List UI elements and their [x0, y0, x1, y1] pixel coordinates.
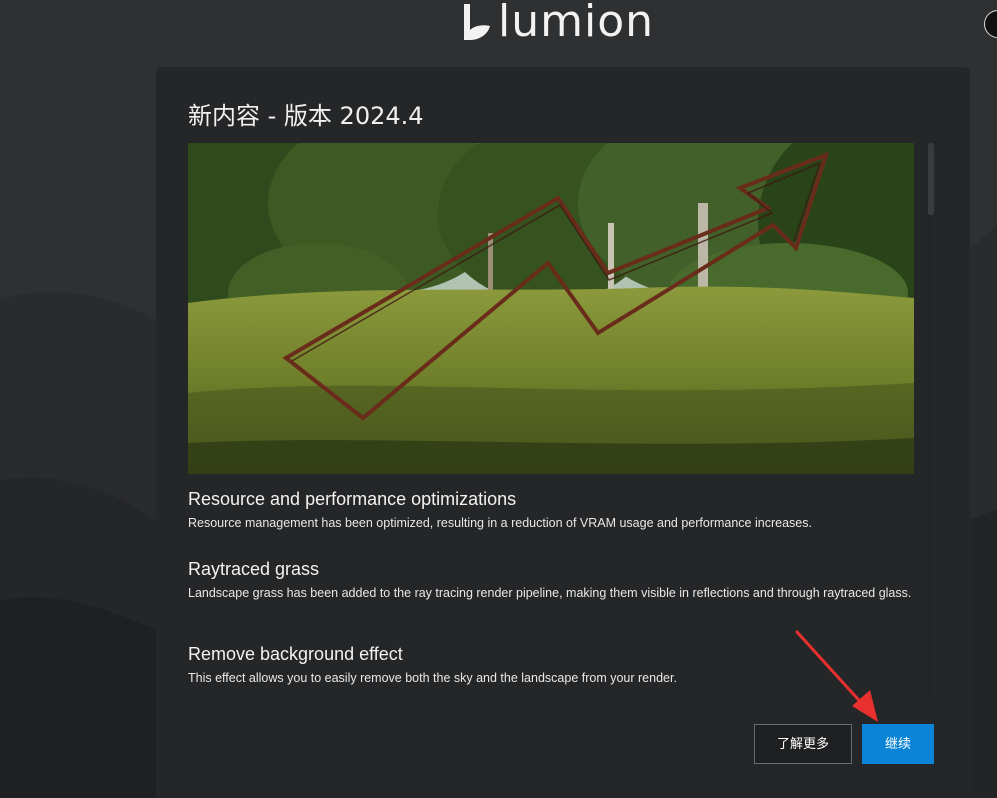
dialog-title: 新内容 - 版本 2024.4 [188, 102, 424, 130]
feature-title: Resource and performance optimizations [188, 489, 517, 509]
feature-description: Landscape grass has been added to the ra… [188, 586, 912, 600]
scrollbar-thumb[interactable] [928, 143, 934, 215]
hero-image [188, 143, 914, 474]
feature-description: Resource management has been optimized, … [188, 516, 812, 530]
feature-item: Resource and performance optimizations R… [188, 488, 914, 531]
learn-more-button[interactable]: 了解更多 [754, 724, 852, 764]
feature-title: Remove background effect [188, 644, 403, 664]
feature-description: This effect allows you to easily remove … [188, 671, 677, 685]
lumion-logo-icon [464, 4, 490, 40]
brand-name: lumion [498, 0, 655, 47]
lumion-logo: lumion [460, 0, 654, 44]
feature-title: Raytraced grass [188, 559, 320, 579]
continue-button[interactable]: 继续 [862, 724, 934, 764]
scrollbar-track[interactable] [928, 143, 934, 699]
whats-new-dialog: 新内容 - 版本 2024.4 Resource and performance… [156, 67, 970, 798]
dialog-content-scroll[interactable]: Resource and performance optimizations R… [188, 143, 914, 703]
feature-item: Raytraced grass Landscape grass has been… [188, 558, 914, 601]
feature-item: Remove background effect This effect all… [188, 643, 914, 686]
